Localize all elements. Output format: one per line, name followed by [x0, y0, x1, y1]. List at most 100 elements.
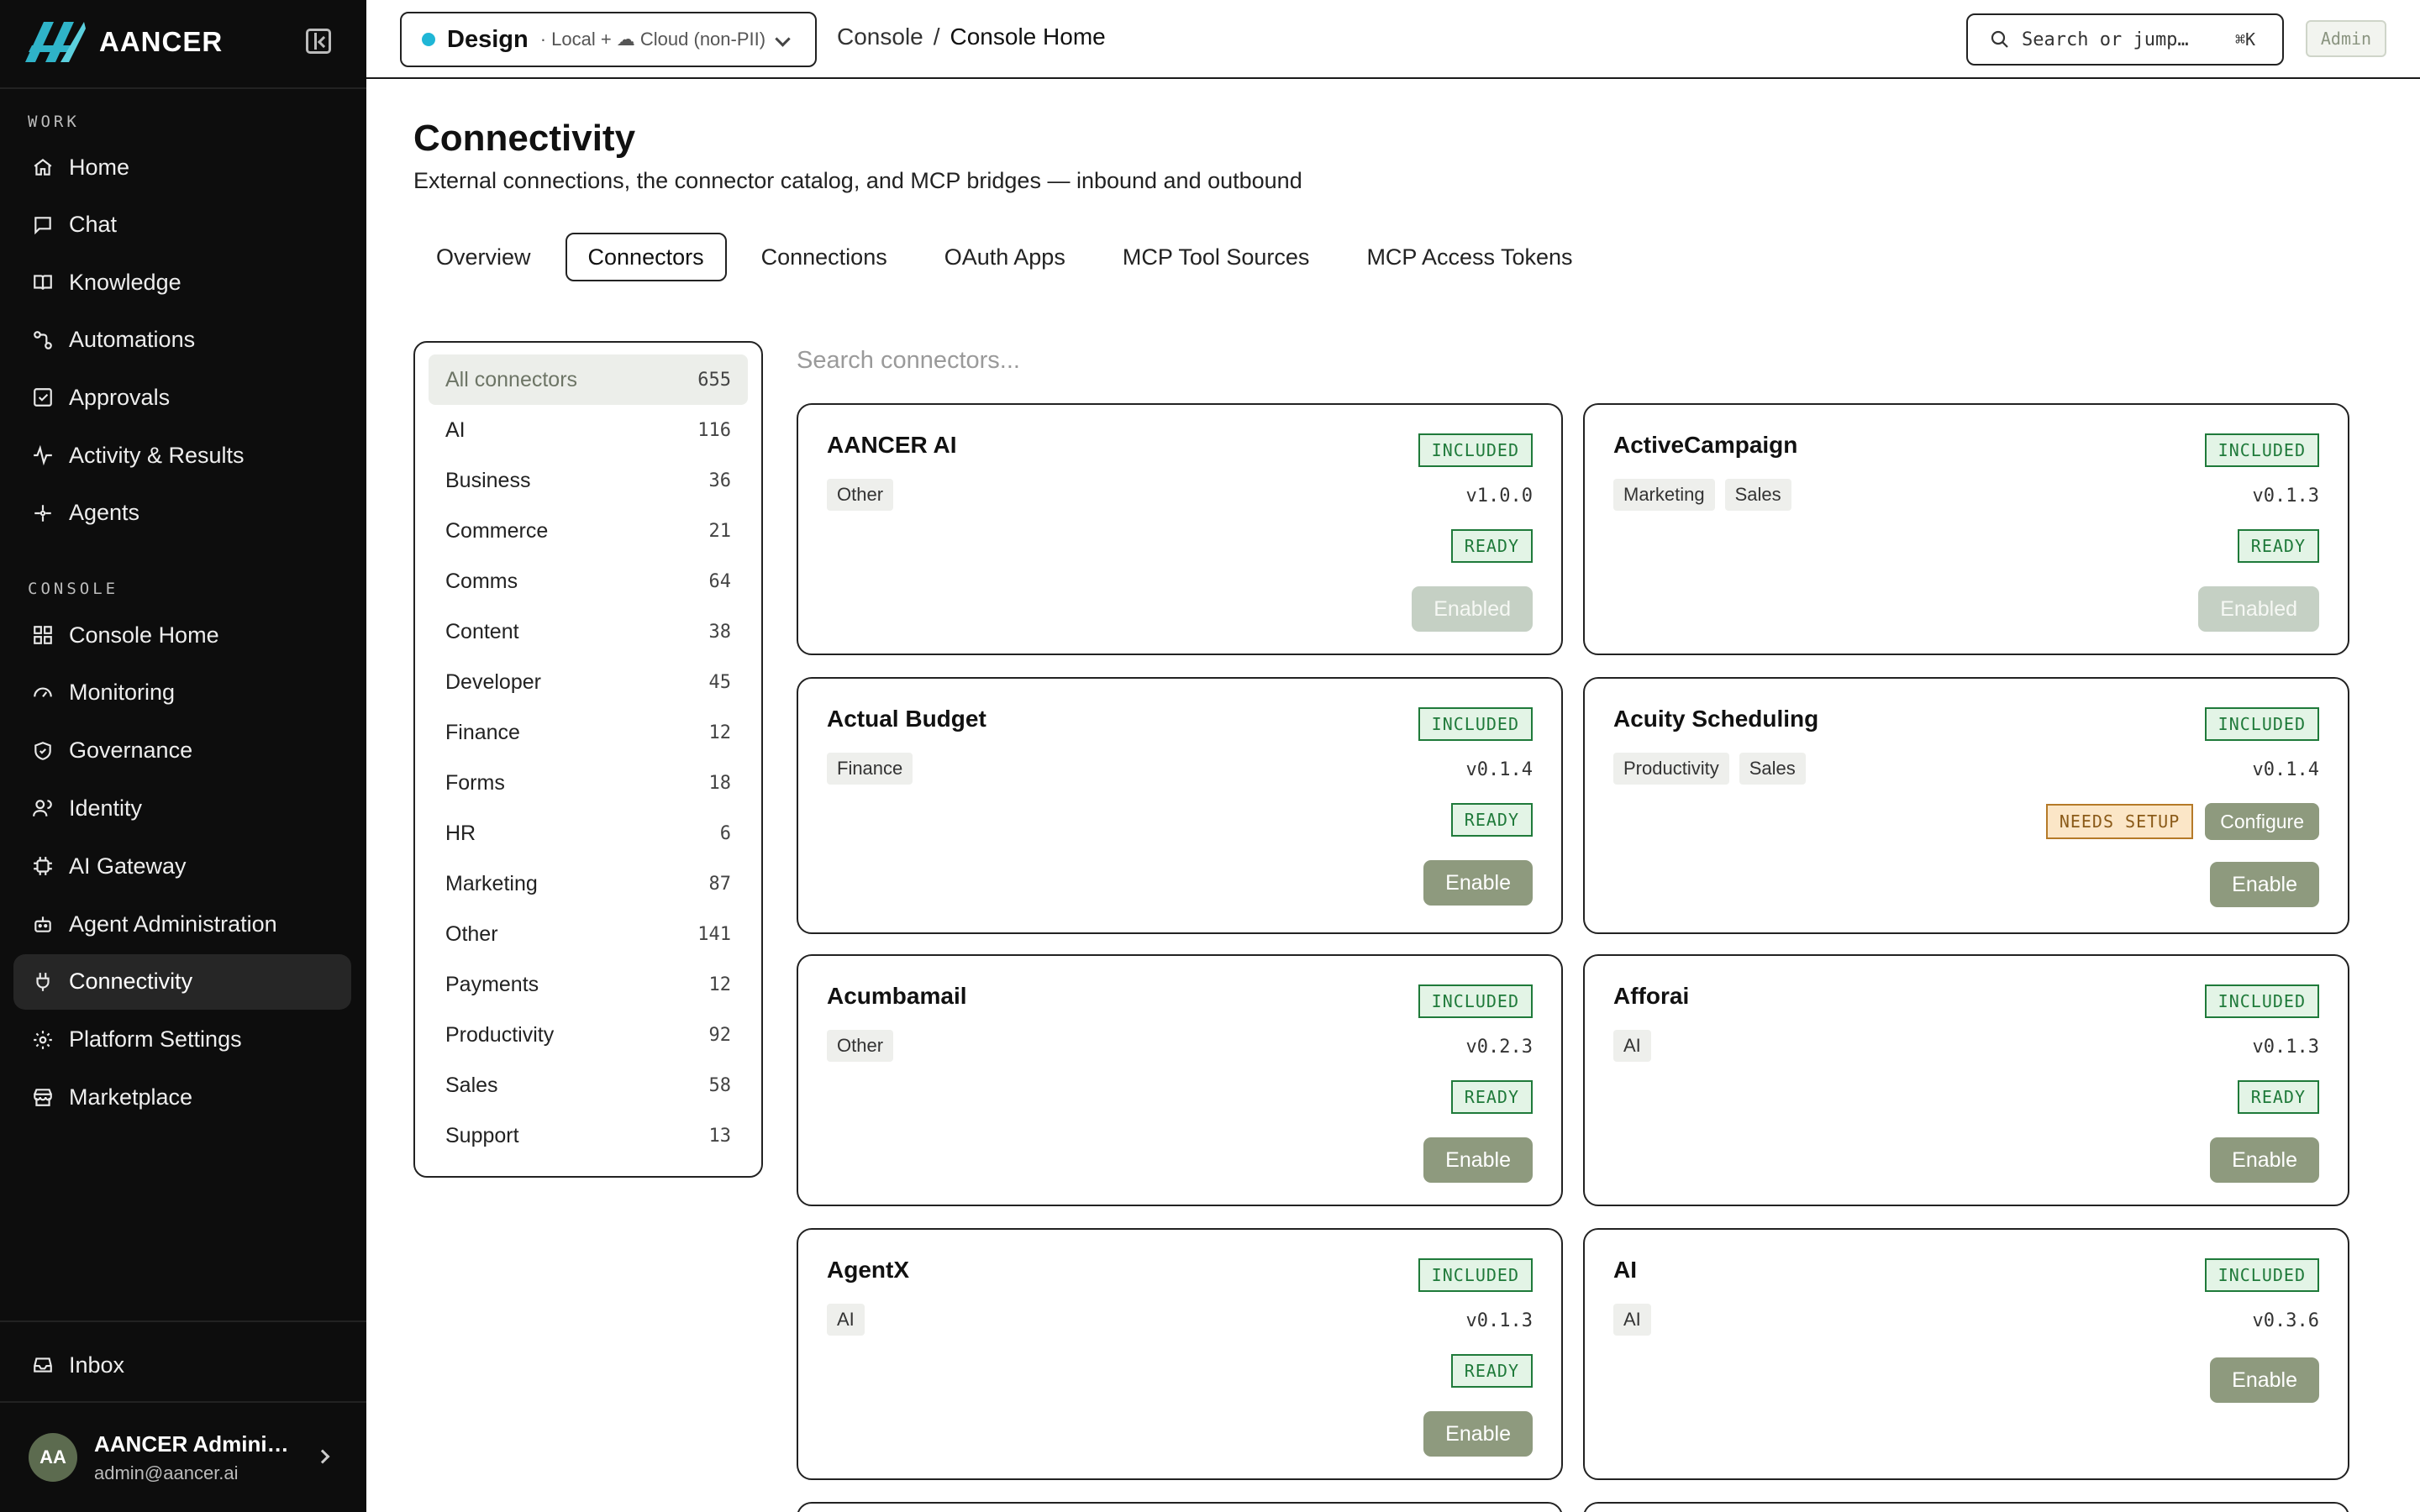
category-item[interactable]: Content 38 — [429, 606, 748, 657]
category-tag: AI — [827, 1304, 865, 1336]
search-icon — [1991, 30, 2008, 48]
category-label: Finance — [445, 720, 520, 744]
sidebar-item-agent-administration[interactable]: Agent Administration — [13, 896, 351, 952]
connector-card[interactable]: AANCER AI INCLUDED Other v1.0.0 READY Enabled — [797, 403, 1563, 655]
tab-connections[interactable]: Connections — [739, 233, 910, 281]
category-item[interactable]: Forms 18 — [429, 758, 748, 808]
sidebar-item-ai-gateway[interactable]: AI Gateway — [13, 838, 351, 894]
breadcrumb-current: Console Home — [950, 24, 1106, 50]
category-item[interactable]: Productivity 92 — [429, 1010, 748, 1060]
category-item[interactable]: Payments 12 — [429, 959, 748, 1010]
enable-button[interactable]: Enable — [1423, 860, 1533, 906]
aancer-logo-icon — [25, 22, 86, 62]
category-item[interactable]: Business 36 — [429, 455, 748, 506]
collapse-sidebar-icon[interactable] — [306, 29, 331, 54]
connector-card[interactable] — [797, 1502, 1563, 1512]
category-item[interactable]: Developer 45 — [429, 657, 748, 707]
configure-button[interactable]: Configure — [2205, 803, 2319, 840]
connector-card[interactable]: ActiveCampaign INCLUDED Marketing Sales v0.1… — [1583, 403, 2349, 655]
category-item[interactable]: Marketing 87 — [429, 858, 748, 909]
tab-connectors[interactable]: Connectors — [565, 233, 727, 281]
environment-select[interactable]: Design · Local + ☁ Cloud (non-PII) — [400, 12, 817, 67]
category-count: 87 — [708, 873, 732, 895]
enabled-button[interactable]: Enabled — [2198, 586, 2319, 632]
enable-button[interactable]: Enable — [2210, 862, 2319, 907]
sidebar-item-console-home[interactable]: Console Home — [13, 607, 351, 663]
sidebar-item-home[interactable]: Home — [13, 139, 351, 195]
sidebar-item-agents[interactable]: Agents — [13, 486, 351, 541]
category-filter: All connectors 655 AI 116 Business 36 Commerce… — [413, 341, 763, 1178]
status-badge: NEEDS SETUP — [2045, 804, 2194, 839]
env-sub: · Local + ☁ Cloud (non-PII) — [539, 29, 766, 50]
tab-mcp-access-tokens[interactable]: MCP Access Tokens — [1344, 233, 1595, 281]
breadcrumb-separator: / — [933, 24, 940, 50]
sidebar-item-automations[interactable]: Automations — [13, 312, 351, 368]
tab-mcp-tool-sources[interactable]: MCP Tool Sources — [1100, 233, 1333, 281]
breadcrumb-root[interactable]: Console — [837, 24, 923, 50]
sidebar-item-connectivity[interactable]: Connectivity — [13, 953, 351, 1010]
category-item[interactable]: Finance 12 — [429, 707, 748, 758]
global-search[interactable]: ⌘K — [1966, 13, 2284, 66]
env-name: Design — [447, 25, 529, 53]
category-item[interactable]: Other 141 — [429, 909, 748, 959]
tab-oauth-apps[interactable]: OAuth Apps — [922, 233, 1088, 281]
enable-button[interactable]: Enable — [2210, 1137, 2319, 1183]
shield-icon — [32, 740, 54, 762]
category-item[interactable]: AI 116 — [429, 405, 748, 455]
breadcrumb: Console / Console Home — [837, 24, 1106, 50]
category-count: 58 — [708, 1074, 732, 1096]
included-badge: INCLUDED — [1418, 1258, 1533, 1292]
category-item[interactable]: Comms 64 — [429, 556, 748, 606]
enable-button[interactable]: Enable — [1423, 1137, 1533, 1183]
category-tag: AI — [1613, 1030, 1651, 1062]
enabled-button[interactable]: Enabled — [1412, 586, 1533, 632]
tag-row: AI — [1613, 1030, 1651, 1062]
connector-card[interactable]: Acuity Scheduling INCLUDED Productivity Sal… — [1583, 677, 2349, 934]
category-item[interactable]: Commerce 21 — [429, 506, 748, 556]
brand-name: AANCER — [99, 26, 224, 57]
tabs: Overview Connectors Connections OAuth Apps M… — [413, 233, 1596, 281]
connector-card[interactable]: Afforai INCLUDED AI v0.1.3 READY Enable — [1583, 954, 2349, 1206]
connector-search-input[interactable] — [797, 339, 2351, 381]
sidebar-item-governance[interactable]: Governance — [13, 723, 351, 779]
grid-icon — [32, 624, 54, 646]
connector-card[interactable] — [1583, 1502, 2349, 1512]
category-count: 92 — [708, 1024, 732, 1046]
topbar: Design · Local + ☁ Cloud (non-PII) Conso… — [366, 0, 2420, 79]
category-count: 655 — [697, 369, 731, 391]
sidebar-item-chat[interactable]: Chat — [13, 197, 351, 253]
status-row: READY — [1450, 529, 1533, 563]
category-item[interactable]: Support 13 — [429, 1110, 748, 1161]
category-tag: Sales — [1739, 753, 1806, 785]
enable-button[interactable]: Enable — [2210, 1357, 2319, 1403]
category-item[interactable]: All connectors 655 — [429, 354, 748, 405]
enable-button[interactable]: Enable — [1423, 1411, 1533, 1457]
brand[interactable]: AANCER — [24, 18, 223, 66]
version-label: v0.3.6 — [2252, 1310, 2319, 1331]
connector-card[interactable]: AgentX INCLUDED AI v0.1.3 READY Enable — [797, 1228, 1563, 1480]
connector-name: ActiveCampaign — [1613, 432, 1798, 458]
included-badge: INCLUDED — [1418, 707, 1533, 741]
sidebar-item-identity[interactable]: Identity — [13, 780, 351, 836]
sidebar-item-activity-results[interactable]: Activity & Results — [13, 428, 351, 483]
sidebar-item-platform-settings[interactable]: Platform Settings — [13, 1012, 351, 1068]
category-label: AI — [445, 417, 466, 442]
connector-name: AANCER AI — [827, 432, 957, 458]
sidebar-item-approvals[interactable]: Approvals — [13, 370, 351, 425]
plug-icon — [32, 971, 54, 993]
sidebar-item-monitoring[interactable]: Monitoring — [13, 665, 351, 721]
category-item[interactable]: HR 6 — [429, 808, 748, 858]
category-item[interactable]: Sales 58 — [429, 1060, 748, 1110]
connector-card[interactable]: Actual Budget INCLUDED Finance v0.1.4 READY E… — [797, 677, 1563, 934]
sidebar-item-knowledge[interactable]: Knowledge — [13, 255, 351, 310]
sidebar-item-inbox[interactable]: Inbox — [13, 1337, 351, 1393]
connector-card[interactable]: Acumbamail INCLUDED Other v0.2.3 READY Enable — [797, 954, 1563, 1206]
connector-card[interactable]: AI INCLUDED AI v0.3.6 Enable — [1583, 1228, 2349, 1480]
search-input[interactable] — [2022, 29, 2223, 50]
tab-overview[interactable]: Overview — [413, 233, 554, 281]
user-email: admin@aancer.ai — [94, 1462, 239, 1483]
user-menu[interactable]: AA AANCER Administr... admin@aancer.ai — [0, 1403, 366, 1512]
category-count: 38 — [708, 621, 732, 643]
sidebar-item-marketplace[interactable]: Marketplace — [13, 1069, 351, 1125]
version-label: v1.0.0 — [1465, 486, 1533, 507]
